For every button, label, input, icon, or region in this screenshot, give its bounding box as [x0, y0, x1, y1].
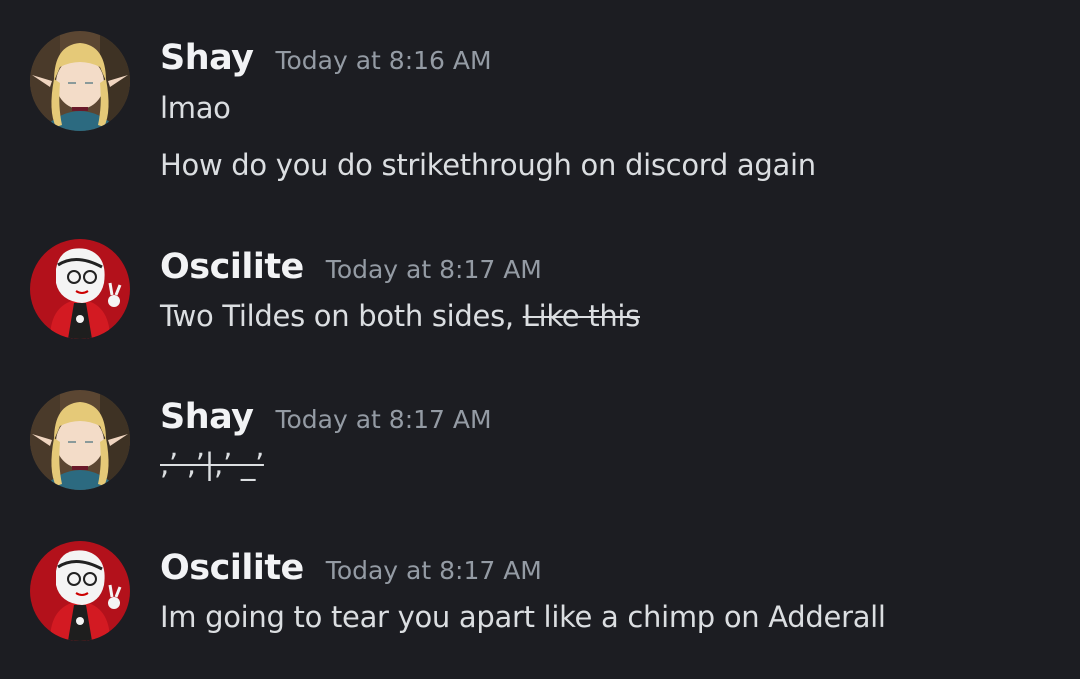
- username[interactable]: Shay: [160, 397, 254, 437]
- message-text-plain: Two Tildes on both sides,: [160, 299, 523, 333]
- username[interactable]: Shay: [160, 38, 254, 78]
- strikethrough-text: ,’ ,’|,’ _’: [160, 447, 264, 481]
- timestamp[interactable]: Today at 8:17 AM: [326, 556, 542, 585]
- timestamp[interactable]: Today at 8:17 AM: [326, 255, 542, 284]
- message-text: Two Tildes on both sides, Like this: [160, 299, 640, 333]
- strikethrough-text: Like this: [522, 299, 641, 333]
- red-character-avatar-icon[interactable]: [30, 541, 130, 641]
- username[interactable]: Oscilite: [160, 247, 304, 287]
- elf-girl-avatar-icon[interactable]: [30, 390, 130, 490]
- message-text: ,’ ,’|,’ _’: [160, 447, 264, 481]
- message-header: Shay Today at 8:17 AM: [160, 397, 492, 437]
- message-header: Oscilite Today at 8:17 AM: [160, 247, 542, 287]
- chat-message-list: Shay Today at 8:16 AM lmao How do you do…: [0, 0, 1080, 679]
- message-text: How do you do strikethrough on discord a…: [160, 148, 816, 182]
- message-text: lmao: [160, 91, 231, 125]
- timestamp[interactable]: Today at 8:16 AM: [275, 46, 491, 75]
- timestamp[interactable]: Today at 8:17 AM: [275, 405, 491, 434]
- message-header: Shay Today at 8:16 AM: [160, 38, 492, 78]
- message-text: Im going to tear you apart like a chimp …: [160, 600, 886, 634]
- message-header: Oscilite Today at 8:17 AM: [160, 548, 542, 588]
- red-character-avatar-icon[interactable]: [30, 239, 130, 339]
- username[interactable]: Oscilite: [160, 548, 304, 588]
- elf-girl-avatar-icon[interactable]: [30, 31, 130, 131]
